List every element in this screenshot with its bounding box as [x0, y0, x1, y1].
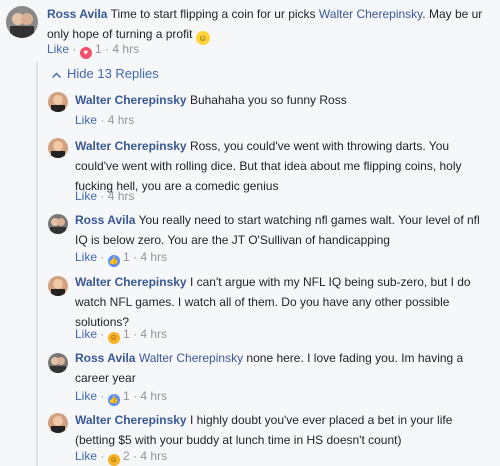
separator: ·: [100, 327, 105, 341]
heart-reaction-icon[interactable]: ♥: [79, 47, 92, 59]
separator: ·: [100, 113, 105, 127]
comment-meta: Like · ☺ 2 · 4 hrs: [75, 448, 167, 466]
timestamp[interactable]: 4 hrs: [140, 389, 167, 403]
comment-body: Buhahaha you so funny Ross: [189, 93, 347, 107]
reaction-count[interactable]: 1: [123, 250, 130, 264]
like-button[interactable]: Like: [75, 189, 97, 203]
comment-author[interactable]: Ross Avila: [47, 7, 107, 21]
comment-body: Time to start flipping a coin for ur pic…: [110, 7, 316, 21]
comment-text: Walter Cherepinsky Ross, you could've we…: [75, 136, 490, 196]
like-reaction-icon[interactable]: 👍: [107, 394, 120, 406]
like-button[interactable]: Like: [75, 327, 97, 341]
comment-text: Ross Avila Time to start flipping a coin…: [47, 4, 492, 45]
reaction-count[interactable]: 1: [123, 327, 130, 341]
rofl-emoji-icon: ☺: [195, 31, 210, 45]
reaction-count[interactable]: 1: [95, 42, 102, 56]
avatar[interactable]: [48, 214, 68, 234]
comment-meta: Like · 4 hrs: [75, 112, 134, 128]
timestamp[interactable]: 4 hrs: [140, 250, 167, 264]
like-button[interactable]: Like: [47, 42, 69, 56]
avatar[interactable]: [48, 413, 68, 433]
comment-meta: Like · 👍 1 · 4 hrs: [75, 388, 167, 406]
timestamp[interactable]: 4 hrs: [140, 449, 167, 463]
like-button[interactable]: Like: [75, 449, 97, 463]
comment-meta: Like · ☺ 1 · 4 hrs: [75, 326, 167, 344]
avatar[interactable]: [48, 276, 68, 296]
timestamp[interactable]: 4 hrs: [112, 42, 139, 56]
comment-meta: Like · ♥ 1 · 4 hrs: [47, 41, 139, 59]
comment-text: Ross Avila You really need to start watc…: [75, 210, 490, 250]
separator: ·: [133, 389, 138, 403]
comment-author[interactable]: Walter Cherepinsky: [75, 93, 187, 107]
avatar[interactable]: [48, 138, 68, 158]
separator: ·: [100, 389, 105, 403]
avatar[interactable]: [6, 6, 38, 38]
like-reaction-icon[interactable]: 👍: [107, 255, 120, 267]
comment-meta: Like · 👍 1 · 4 hrs: [75, 249, 167, 267]
comment-meta: Like · 4 hrs: [75, 188, 134, 204]
comment-author[interactable]: Walter Cherepinsky: [75, 139, 187, 153]
timestamp[interactable]: 4 hrs: [108, 113, 135, 127]
separator: ·: [133, 250, 138, 264]
avatar[interactable]: [48, 353, 68, 373]
comment-author[interactable]: Walter Cherepinsky: [75, 413, 187, 427]
mention-link[interactable]: Walter Cherepinsky: [319, 7, 422, 21]
like-button[interactable]: Like: [75, 389, 97, 403]
separator: ·: [100, 449, 105, 463]
separator: ·: [133, 449, 138, 463]
separator: ·: [105, 42, 110, 56]
chevron-up-icon: [51, 66, 62, 82]
comment-body: You really need to start watching nfl ga…: [75, 213, 480, 247]
haha-reaction-icon[interactable]: ☺: [107, 332, 120, 344]
hide-replies-label: Hide 13 Replies: [67, 66, 159, 81]
comment-text: Walter Cherepinsky I can't argue with my…: [75, 272, 490, 332]
like-button[interactable]: Like: [75, 113, 97, 127]
mention-link[interactable]: Walter Cherepinsky: [139, 351, 243, 365]
avatar[interactable]: [48, 92, 68, 112]
reaction-count[interactable]: 2: [123, 449, 130, 463]
haha-reaction-icon[interactable]: ☺: [107, 454, 120, 466]
separator: ·: [100, 189, 105, 203]
reaction-count[interactable]: 1: [123, 389, 130, 403]
timestamp[interactable]: 4 hrs: [140, 327, 167, 341]
comment-author[interactable]: Walter Cherepinsky: [75, 275, 187, 289]
separator: ·: [133, 327, 138, 341]
comment-text: Walter Cherepinsky I highly doubt you've…: [75, 410, 490, 450]
comment-text: Walter Cherepinsky Buhahaha you so funny…: [75, 90, 490, 110]
timestamp[interactable]: 4 hrs: [108, 189, 135, 203]
comment-author[interactable]: Ross Avila: [75, 213, 135, 227]
separator: ·: [72, 42, 77, 56]
separator: ·: [100, 250, 105, 264]
like-button[interactable]: Like: [75, 250, 97, 264]
comment-text: Ross Avila Walter Cherepinsky none here.…: [75, 348, 490, 388]
comment-author[interactable]: Ross Avila: [75, 351, 135, 365]
hide-replies-button[interactable]: Hide 13 Replies: [51, 66, 159, 82]
thread-line: [36, 62, 38, 466]
